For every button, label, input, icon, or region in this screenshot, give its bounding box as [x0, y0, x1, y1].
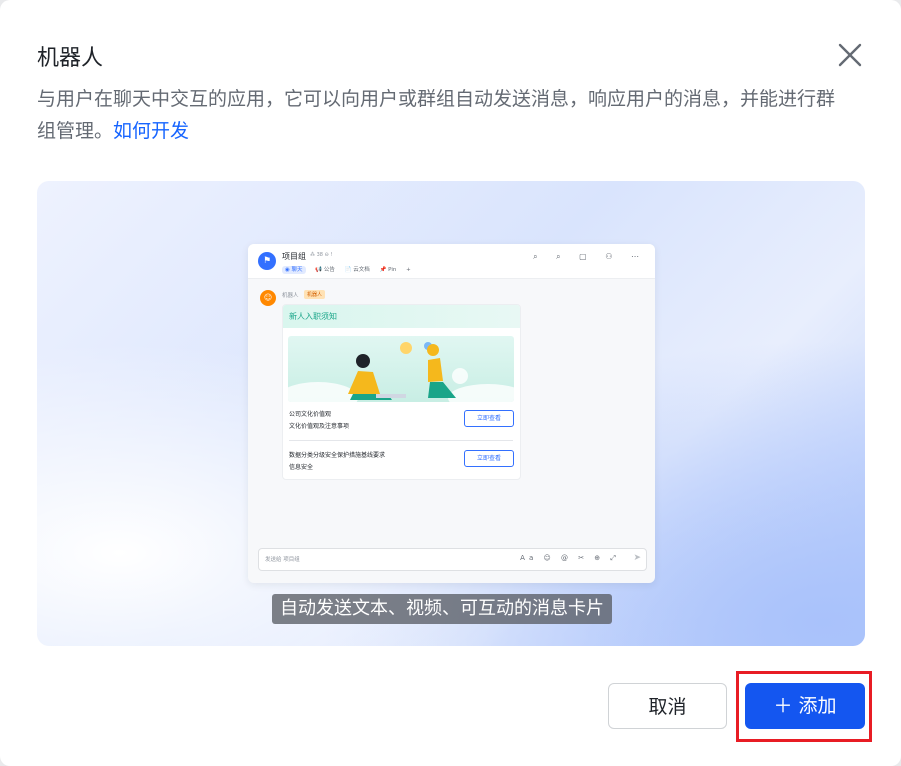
how-to-develop-link[interactable]: 如何开发	[113, 120, 189, 142]
tab-add: +	[406, 267, 411, 273]
chat-header-icons: ⌕ ⌕ ▢ ⚇ ⋯	[533, 252, 647, 261]
chat-tabs: ◉ 聊天 📢 公告 📄 云文档 📌 Pin +	[282, 265, 419, 274]
tab-chat: ◉ 聊天	[282, 266, 306, 274]
chat-window-preview: ⚑ 项目组 ⁂ 38 ⊖ ! ◉ 聊天 📢 公告 📄 云文档 📌 Pin + ⌕…	[248, 244, 655, 583]
group-name: 项目组	[282, 252, 306, 261]
preview-caption: 自动发送文本、视频、可互动的消息卡片	[272, 594, 612, 624]
feature-preview: ⚑ 项目组 ⁂ 38 ⊖ ! ◉ 聊天 📢 公告 📄 云文档 📌 Pin + ⌕…	[37, 181, 865, 646]
card-row-1-subtitle: 文化价值观及注意事项	[289, 423, 350, 430]
bot-avatar-icon: ☺	[260, 290, 276, 306]
bot-tag: 机器人	[304, 290, 326, 299]
chat-header: ⚑ 项目组 ⁂ 38 ⊖ ! ◉ 聊天 📢 公告 📄 云文档 📌 Pin + ⌕…	[248, 244, 655, 279]
card-row-1-title: 公司文化价值观	[289, 411, 332, 418]
card-row-1-view-button: 立即查看	[464, 410, 514, 427]
send-icon: ➤	[633, 553, 641, 563]
card-row-2-view-button: 立即查看	[464, 450, 514, 467]
input-placeholder: 发送给 项目组	[265, 557, 300, 563]
close-icon[interactable]	[835, 40, 865, 70]
tab-pin: 📌 Pin	[379, 267, 397, 273]
cancel-button[interactable]: 取消	[608, 683, 727, 729]
card-illustration	[288, 336, 514, 402]
bot-dialog: 机器人 与用户在聊天中交互的应用，它可以向用户或群组自动发送消息，响应用户的消息…	[0, 0, 901, 766]
message-card: 新人入职须知 公司文化价值观 文化价值观及注意事项 立即查看 数据分类分级安全保…	[282, 304, 521, 480]
card-row-2-title: 数据分类分级安全保护措施基线要求	[289, 452, 386, 459]
card-divider	[289, 440, 513, 441]
message-input-preview: 发送给 项目组 Aa ☺ @ ✂ ⊕ ⤢ ➤	[258, 548, 647, 571]
card-row-2-subtitle: 信息安全	[289, 464, 314, 471]
dialog-description: 与用户在聊天中交互的应用，它可以向用户或群组自动发送消息，响应用户的消息，并能进…	[37, 83, 837, 147]
group-meta: ⁂ 38 ⊖ !	[310, 252, 333, 258]
dialog-title: 机器人	[37, 46, 104, 71]
add-button[interactable]: ＋ 添加	[745, 683, 865, 729]
bot-name: 机器人	[282, 293, 299, 299]
flag-icon: ⚑	[258, 252, 276, 270]
card-title: 新人入职须知	[283, 305, 520, 328]
tab-announcement: 📢 公告	[315, 267, 335, 273]
tab-docs: 📄 云文档	[344, 267, 370, 273]
input-toolbar-icons: Aa ☺ @ ✂ ⊕ ⤢	[520, 554, 620, 562]
